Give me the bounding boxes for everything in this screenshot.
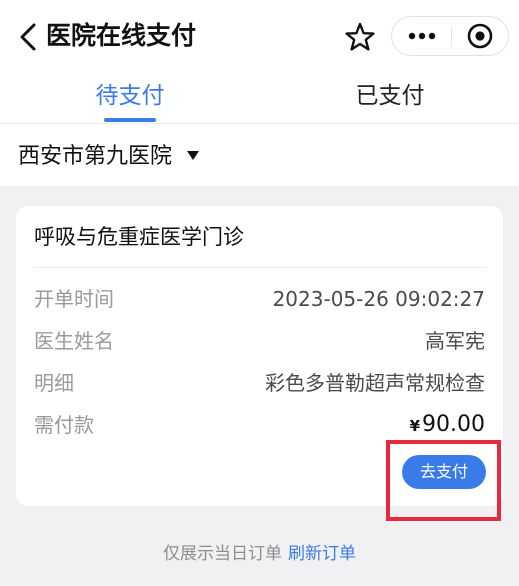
order-time-value: 2023-05-26 09:02:27 — [272, 287, 485, 311]
detail-label: 明细 — [34, 371, 74, 395]
highlight-annotation-box — [386, 440, 501, 521]
favorite-button[interactable] — [342, 20, 378, 54]
star-icon — [345, 22, 375, 51]
department-name: 呼吸与危重症医学门诊 — [34, 225, 244, 249]
close-button[interactable] — [458, 21, 502, 51]
refresh-orders-link[interactable]: 刷新订单 — [288, 544, 356, 564]
amount-number: 90.00 — [422, 412, 485, 437]
capsule-divider — [451, 27, 452, 47]
more-button[interactable] — [400, 21, 444, 51]
active-tab-indicator — [104, 118, 156, 122]
amount-due-value: ¥90.00 — [410, 410, 485, 441]
order-time-label: 开单时间 — [34, 287, 114, 311]
hospital-name[interactable]: 西安市第九医院 — [18, 142, 172, 172]
doctor-name-value: 高军宪 — [425, 329, 485, 353]
detail-value: 彩色多普勒超声常规检查 — [265, 371, 485, 395]
close-circle-icon — [467, 23, 493, 49]
tab-paid[interactable]: 已支付 — [290, 78, 490, 118]
mini-program-capsule — [391, 16, 509, 56]
page-title: 医院在线支付 — [46, 21, 197, 50]
caret-down-icon[interactable] — [186, 150, 200, 162]
more-icon — [408, 32, 436, 40]
card-divider — [34, 267, 486, 268]
tab-pending-payment[interactable]: 待支付 — [30, 78, 230, 118]
doctor-name-label: 医生姓名 — [34, 329, 114, 353]
back-button[interactable] — [14, 20, 44, 54]
amount-due-label: 需付款 — [34, 413, 94, 437]
currency-symbol: ¥ — [409, 417, 421, 435]
chevron-left-icon — [20, 23, 36, 51]
top-navigation-bar: 医院在线支付 待支付 已支付 — [0, 0, 519, 124]
footer-note-text: 仅展示当日订单 — [163, 544, 282, 564]
footer-note: 仅展示当日订单 刷新订单 — [0, 540, 519, 568]
